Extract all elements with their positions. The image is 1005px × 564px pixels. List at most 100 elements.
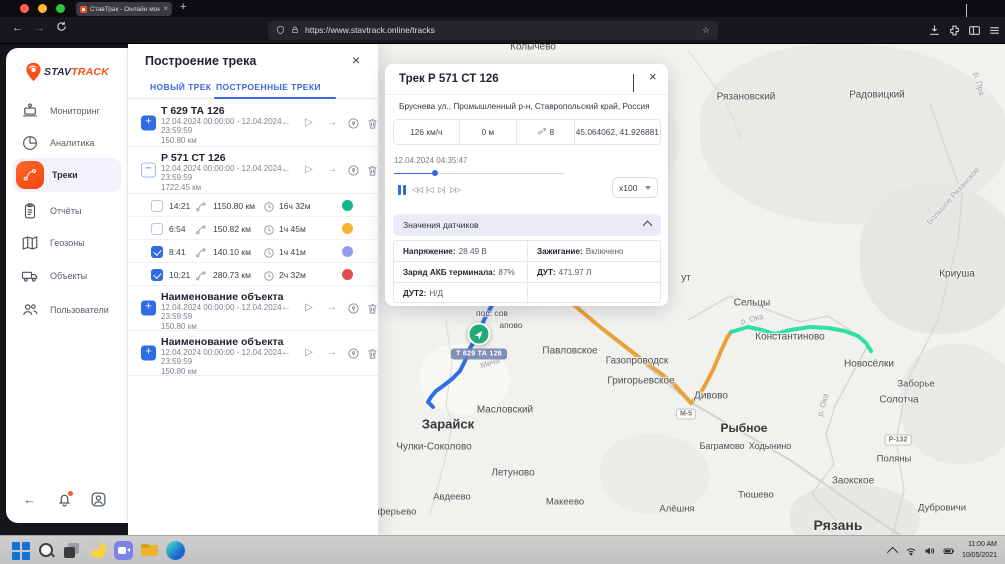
tab-new-track[interactable]: НОВЫЙ ТРЕК	[150, 82, 211, 92]
vehicle-plate-label[interactable]: Т 629 ТА 126	[451, 349, 507, 360]
map-label: Новосёлки	[844, 359, 894, 370]
new-tab-button[interactable]: +	[180, 1, 186, 13]
clock[interactable]: 11:00 AM 10/05/2021	[962, 540, 1001, 560]
sensors-header[interactable]: Значения датчиков	[393, 214, 661, 236]
extensions-icon[interactable]	[948, 24, 961, 37]
close-window-button[interactable]	[20, 4, 29, 13]
segment-checkbox[interactable]	[151, 223, 163, 235]
browser-toolbar: ← → https://www.stavtrack.online/tracks …	[0, 17, 1005, 44]
task-view-icon[interactable]	[62, 541, 81, 560]
show-on-map-icon[interactable]	[345, 300, 361, 316]
sidebars-icon[interactable]	[968, 24, 981, 37]
sidebar-item-reports[interactable]: Отчёты	[6, 194, 128, 228]
url-text[interactable]: https://www.stavtrack.online/tracks	[305, 25, 696, 35]
detail-close-icon[interactable]: ×	[649, 69, 657, 84]
wifi-icon[interactable]	[905, 545, 917, 557]
chat-app-icon[interactable]	[114, 541, 133, 560]
sidebar-item-monitoring[interactable]: Мониторинг	[6, 94, 128, 128]
volume-icon[interactable]	[924, 545, 936, 557]
next-point-button[interactable]: →	[324, 300, 340, 316]
step-back-button[interactable]: |◁	[426, 185, 433, 194]
url-bar[interactable]: https://www.stavtrack.online/tracks ☆	[268, 21, 718, 40]
segment-color-dot[interactable]	[342, 246, 353, 257]
minimize-window-button[interactable]	[38, 4, 47, 13]
delete-track-icon[interactable]	[364, 162, 380, 178]
downloads-icon[interactable]	[928, 24, 941, 37]
collapse-sensors-chevron-icon[interactable]	[643, 220, 653, 230]
play-track-button[interactable]: ▷	[301, 300, 317, 316]
map-label: Константиново	[755, 332, 824, 343]
expand-icon[interactable]: +	[141, 301, 156, 316]
step-forward-button[interactable]: ▷|	[438, 185, 445, 194]
pause-button[interactable]	[398, 185, 407, 195]
maximize-window-button[interactable]	[56, 4, 65, 13]
track-segment-row[interactable]: 8:41140.10 км1ч 41м	[128, 240, 378, 263]
track-segment-row[interactable]: 10:21280.73 км2ч 32м	[128, 263, 378, 286]
lock-icon	[291, 25, 299, 35]
show-on-map-icon[interactable]	[345, 115, 361, 131]
app-logo[interactable]: STAVTRACK	[6, 62, 128, 82]
prev-point-button[interactable]: ←	[278, 300, 294, 316]
track-item[interactable]: +Наименование объекта12.04.2024 00:00:00…	[128, 286, 378, 331]
prev-point-button[interactable]: ←	[278, 115, 294, 131]
sidebar-item-tracks[interactable]: Треки	[6, 158, 128, 192]
show-on-map-icon[interactable]	[345, 345, 361, 361]
browser-tab[interactable]: СтавТрак - Онлайн мониторин ×	[76, 2, 172, 16]
playback-slider[interactable]	[394, 170, 564, 176]
fast-forward-button[interactable]: ▷▷	[450, 185, 461, 194]
segment-color-dot[interactable]	[342, 269, 353, 280]
play-track-button[interactable]: ▷	[301, 162, 317, 178]
collapse-panel-chevron-icon[interactable]	[633, 75, 643, 83]
bookmark-star-icon[interactable]: ☆	[702, 25, 710, 36]
edge-browser-icon[interactable]	[166, 541, 185, 560]
prev-point-button[interactable]: ←	[278, 162, 294, 178]
tab-built-tracks[interactable]: ПОСТРОЕННЫЕ ТРЕКИ	[216, 82, 321, 92]
notifications-bell-icon[interactable]	[56, 491, 74, 509]
battery-icon[interactable]	[943, 545, 955, 557]
prev-point-button[interactable]: ←	[278, 345, 294, 361]
track-item[interactable]: +Наименование объекта12.04.2024 00:00:00…	[128, 331, 378, 376]
track-segment-row[interactable]: 14:211150.80 км16ч 32м	[128, 194, 378, 217]
delete-track-icon[interactable]	[364, 115, 380, 131]
menu-icon[interactable]	[988, 24, 1001, 37]
vehicle-marker[interactable]	[468, 323, 491, 346]
app-moon-icon[interactable]	[88, 541, 107, 560]
slider-handle[interactable]	[432, 170, 438, 176]
collapse-icon[interactable]: −	[141, 163, 156, 178]
sidebar-item-analytics[interactable]: Аналитика	[6, 126, 128, 160]
expand-icon[interactable]: +	[141, 116, 156, 131]
segment-checkbox[interactable]	[151, 246, 163, 258]
track-segment-row[interactable]: 6:54150.82 км1ч 45м	[128, 217, 378, 240]
reload-button[interactable]	[56, 21, 67, 35]
tray-chevron-icon[interactable]	[887, 546, 898, 557]
segment-checkbox[interactable]	[151, 200, 163, 212]
shield-icon[interactable]	[276, 25, 285, 35]
segment-color-dot[interactable]	[342, 223, 353, 234]
sidebar-item-geozones[interactable]: Геозоны	[6, 226, 128, 260]
start-button[interactable]	[11, 541, 30, 560]
next-point-button[interactable]: →	[324, 162, 340, 178]
delete-track-icon[interactable]	[364, 345, 380, 361]
sidebar-item-objects[interactable]: Объекты	[6, 259, 128, 293]
next-point-button[interactable]: →	[324, 345, 340, 361]
play-track-button[interactable]: ▷	[301, 115, 317, 131]
track-item[interactable]: +Т 629 ТА 12612.04.2024 00:00:00 - 12.04…	[128, 100, 378, 147]
play-track-button[interactable]: ▷	[301, 345, 317, 361]
sidebar-item-users[interactable]: Пользователи	[6, 293, 128, 327]
delete-track-icon[interactable]	[364, 300, 380, 316]
forward-button[interactable]: →	[34, 22, 45, 34]
list-tabs-chevron-icon[interactable]	[966, 4, 974, 12]
tab-close-icon[interactable]: ×	[163, 5, 168, 13]
segment-checkbox[interactable]	[151, 269, 163, 281]
next-point-button[interactable]: →	[324, 115, 340, 131]
track-item[interactable]: −Р 571 СТ 12612.04.2024 00:00:00 - 12.04…	[128, 147, 378, 194]
segment-color-dot[interactable]	[342, 200, 353, 211]
back-button[interactable]: ←	[12, 22, 23, 34]
profile-button[interactable]	[90, 491, 108, 509]
tracks-panel-close-icon[interactable]: ×	[352, 52, 360, 68]
rewind-button[interactable]: ◁◁	[412, 185, 423, 194]
expand-icon[interactable]: +	[141, 346, 156, 361]
show-on-map-icon[interactable]	[345, 162, 361, 178]
speed-multiplier-select[interactable]: x100	[612, 177, 658, 198]
collapse-sidebar-button[interactable]: ←	[23, 491, 41, 509]
